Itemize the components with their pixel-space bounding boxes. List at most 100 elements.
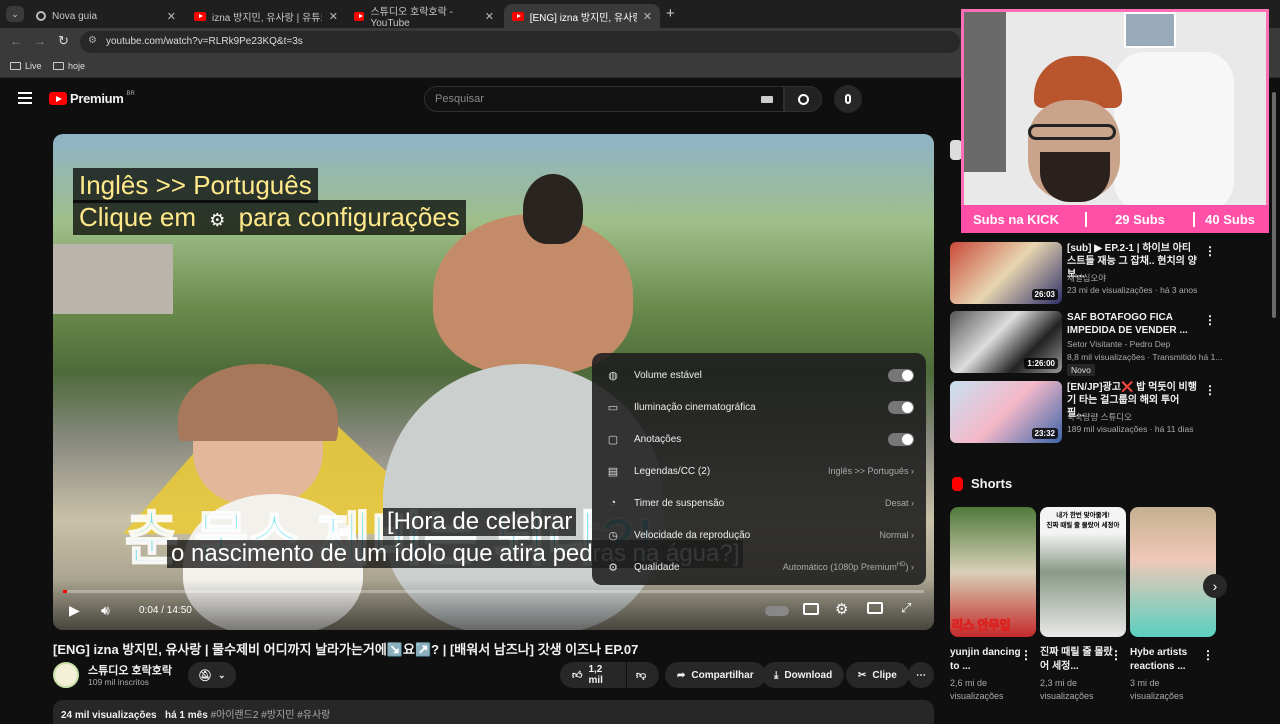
channel-name[interactable]: Setor Visitante - Pedro Dep	[1067, 339, 1170, 349]
more-icon[interactable]: ⋮	[1204, 313, 1216, 327]
tab-search-icon[interactable]: ⌄	[6, 6, 24, 22]
folder-icon	[10, 62, 21, 70]
house-shape	[53, 244, 173, 314]
menu-icon[interactable]	[18, 92, 32, 104]
duration-badge: 1:26:00	[1024, 358, 1058, 369]
download-label: Download	[784, 669, 833, 681]
url-text: youtube.com/watch?v=RLRk9Pe23KQ&t=3s	[106, 36, 303, 47]
channel-name[interactable]: 스튜디오 호락호락	[88, 662, 172, 678]
bookmark-hoje[interactable]: hoje	[53, 61, 85, 71]
site-info-icon[interactable]: ⚙	[88, 35, 97, 46]
short-title[interactable]: Hybe artists reactions ...	[1130, 646, 1204, 674]
page-scrollbar[interactable]	[1272, 92, 1276, 318]
subs-label: Subs na KICK	[973, 211, 1059, 227]
gear-icon: ⚙	[209, 210, 226, 230]
play-icon[interactable]: ▶	[69, 602, 80, 619]
fullscreen-icon[interactable]: ⤢	[901, 600, 911, 616]
hashtags[interactable]: #아이랜드2 #방지민 #유사랑	[211, 710, 331, 721]
settings-menu: ◍ Volume estável ▭ Iluminação cinematogr…	[592, 353, 926, 585]
sleep-timer-value: Desat ›	[884, 498, 914, 508]
dislike-button[interactable]: 👎︎	[627, 662, 659, 688]
clip-label: Clipe	[872, 669, 897, 681]
video-thumbnail[interactable]: 23:32	[950, 381, 1062, 443]
url-field[interactable]: ⚙ youtube.com/watch?v=RLRk9Pe23KQ&t=3s	[80, 31, 960, 53]
folder-icon	[53, 62, 64, 70]
search-button[interactable]	[784, 86, 822, 112]
recommendation-item[interactable]: 26:03 [sub] ▶ EP.2-1 | 하이브 아티스트들 재능 그 잡채…	[950, 242, 1220, 304]
search-input[interactable]: Pesquisar	[424, 86, 784, 112]
back-icon[interactable]: ←	[10, 34, 22, 48]
menu-item-quality[interactable]: ⚙ Qualidade Automático (1080p PremiumHD)…	[592, 551, 926, 583]
menu-item-sleep-timer[interactable]: ◔ Timer de suspensão Desat ›	[592, 487, 926, 519]
volume-stable-toggle[interactable]	[888, 368, 914, 382]
autoplay-toggle[interactable]	[765, 606, 789, 616]
menu-label: Qualidade	[634, 561, 680, 573]
new-tab-button[interactable]: +	[666, 5, 675, 22]
recommendation-item[interactable]: 1:26:00 SAF BOTAFOGO FICA IMPEDIDA DE VE…	[950, 311, 1223, 376]
video-thumbnail[interactable]: 26:03	[950, 242, 1062, 304]
like-button[interactable]: 👍︎ 1,2 mil	[560, 662, 626, 688]
video-thumbnail[interactable]: 1:26:00	[950, 311, 1062, 373]
chrome-icon	[36, 11, 46, 21]
menu-item-volume-stable[interactable]: ◍ Volume estável	[592, 359, 926, 391]
channel-avatar[interactable]	[53, 662, 79, 688]
close-icon[interactable]: ✕	[485, 10, 494, 23]
menu-item-ambient[interactable]: ▭ Iluminação cinematográfica	[592, 391, 926, 423]
bookmark-live[interactable]: Live	[10, 61, 42, 71]
video-meta: 23 mi de visualizações · há 3 anos	[1067, 285, 1198, 295]
more-icon[interactable]: ⋮	[1204, 244, 1216, 258]
tab-izna-video[interactable]: izna 방지민, 유사랑 | 유튜브 하 ✕	[186, 4, 346, 28]
caption-settings-line2: Clique em ⚙ para configurações	[73, 200, 466, 235]
annotations-toggle[interactable]	[888, 432, 914, 446]
menu-item-annotations[interactable]: ▢ Anotações	[592, 423, 926, 455]
share-button[interactable]: ➦ Compartilhar	[665, 662, 766, 688]
more-icon[interactable]: ⋮	[1204, 383, 1216, 397]
reload-icon[interactable]: ↻	[58, 33, 69, 49]
youtube-premium-logo[interactable]: Premium BR	[49, 91, 135, 106]
tab-current-video[interactable]: [ENG] izna 방지민, 유사랑 | 물수 ✕	[504, 4, 660, 28]
like-count: 1,2 mil	[588, 664, 603, 686]
channel-name-visible[interactable]: 채널십오야	[1067, 272, 1106, 284]
menu-item-captions[interactable]: ▤ Legendas/CC (2) Inglês >> Português ›	[592, 455, 926, 487]
close-icon[interactable]: ✕	[643, 10, 652, 23]
forward-icon[interactable]: →	[34, 34, 46, 48]
menu-label: Volume estável	[634, 369, 702, 381]
channel-name[interactable]: 숙숙량량 스튜디오	[1067, 411, 1132, 423]
tab-label: 스튜디오 호락호락 - YouTube	[370, 7, 453, 29]
video-meta: 8,8 mil visualizações · Transmitido há 1…	[1067, 352, 1223, 362]
tab-nova-guia[interactable]: Nova guia ✕	[28, 4, 184, 28]
keyboard-icon[interactable]	[761, 96, 773, 103]
next-arrow-button[interactable]: ›	[1203, 574, 1227, 598]
tab-studio-horak[interactable]: 스튜디오 호락호락 - YouTube ✕	[346, 4, 502, 29]
menu-label: Timer de suspensão	[634, 497, 725, 509]
short-thumbnail[interactable]: 내가 한번 맞아줄게! 진짜 때릴 줄 몰랐어 세정아	[1040, 507, 1126, 637]
close-icon[interactable]: ✕	[329, 10, 338, 23]
recommendation-item[interactable]: 23:32 [EN/JP]광고❌ 밥 먹듯이 비행기 타는 걸그룹의 해외 투어…	[950, 381, 1220, 443]
progress-bar[interactable]	[63, 590, 924, 593]
captions-value: Inglês >> Português ›	[827, 466, 914, 476]
short-thumbnail[interactable]: 리스 안무입	[950, 507, 1036, 637]
bell-off-icon: 🔕︎	[198, 669, 212, 682]
description-box[interactable]: 24 mil visualizações há 1 mês #아이랜드2 #방지…	[53, 700, 934, 724]
short-title[interactable]: 진짜 때릴 줄 몰랐어 세정...	[1040, 646, 1114, 674]
tab-label: Nova guia	[52, 10, 98, 22]
short-thumbnail[interactable]	[1130, 507, 1216, 637]
more-actions-button[interactable]: ⋯	[908, 662, 934, 688]
subscribed-bell-button[interactable]: 🔕︎ ⌄	[188, 662, 236, 688]
miniplayer-icon[interactable]	[867, 602, 883, 614]
download-button[interactable]: ⤓ Download	[762, 662, 845, 688]
menu-label: Iluminação cinematográfica	[634, 401, 756, 413]
voice-search-button[interactable]	[834, 85, 862, 113]
menu-item-speed[interactable]: ◷ Velocidade da reprodução Normal ›	[592, 519, 926, 551]
more-icon[interactable]: ⋮	[1202, 648, 1276, 662]
clip-button[interactable]: ✂ Clipe	[846, 662, 909, 688]
volume-icon[interactable]: 🔊︎	[101, 602, 110, 619]
settings-gear-icon[interactable]: ⚙	[835, 600, 848, 618]
short-title[interactable]: yunjin dancing to ...	[950, 646, 1024, 674]
close-icon[interactable]: ✕	[167, 10, 176, 23]
video-player[interactable]: Inglês >> Português Clique em ⚙ para con…	[53, 134, 934, 630]
video-title[interactable]: SAF BOTAFOGO FICA IMPEDIDA DE VENDER ...	[1067, 311, 1199, 337]
ambient-toggle[interactable]	[888, 400, 914, 414]
captions-button-icon[interactable]	[803, 603, 819, 615]
bookmark-label: hoje	[68, 61, 86, 71]
